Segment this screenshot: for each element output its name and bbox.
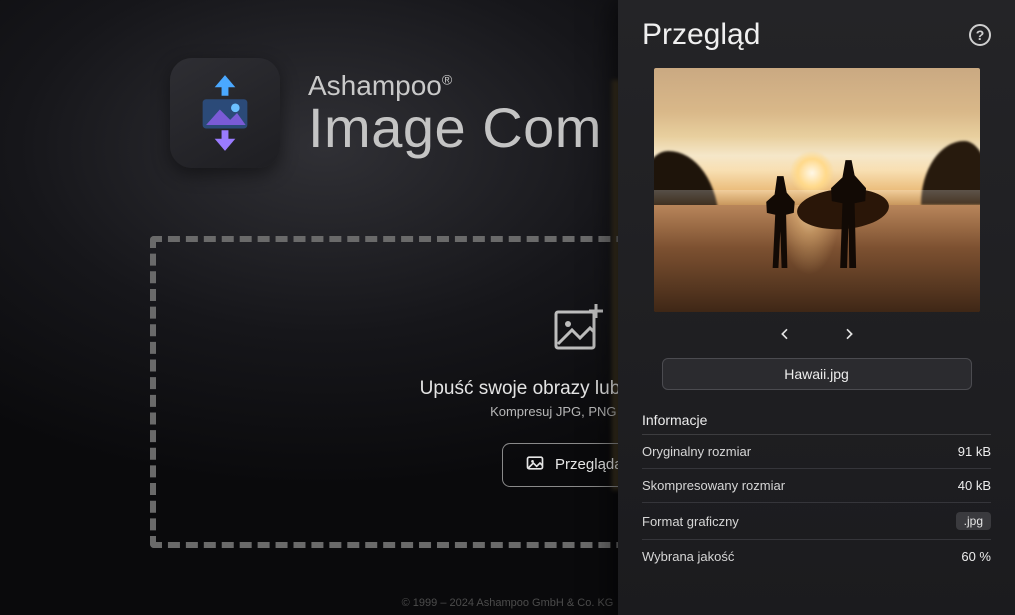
info-header: Informacje <box>642 412 991 435</box>
info-label: Wybrana jakość <box>642 549 734 564</box>
product-name: Image Com <box>308 100 602 156</box>
info-row-quality: Wybrana jakość 60 % <box>642 540 991 573</box>
panel-title: Przegląd <box>642 18 760 52</box>
info-label: Oryginalny rozmiar <box>642 444 751 459</box>
info-label: Format graficzny <box>642 514 739 529</box>
info-value: 40 kB <box>958 478 991 493</box>
brand-block: Ashampoo® Image Com <box>170 58 602 168</box>
browse-label: Przeglądaj <box>555 456 626 473</box>
image-icon <box>525 453 545 477</box>
app-icon <box>170 58 280 168</box>
info-value: 60 % <box>961 549 991 564</box>
format-badge: .jpg <box>956 512 991 530</box>
info-label: Skompresowany rozmiar <box>642 478 785 493</box>
preview-panel: Przegląd ? Hawaii.jpg Informacje Orygina… <box>618 0 1015 615</box>
info-row-compressed-size: Skompresowany rozmiar 40 kB <box>642 469 991 503</box>
image-preview <box>654 68 980 312</box>
add-image-icon <box>550 298 606 354</box>
info-value: 91 kB <box>958 444 991 459</box>
next-image-button[interactable] <box>839 324 859 344</box>
brand-text: Ashampoo® Image Com <box>308 70 602 156</box>
info-row-original-size: Oryginalny rozmiar 91 kB <box>642 435 991 469</box>
prev-image-button[interactable] <box>775 324 795 344</box>
help-icon[interactable]: ? <box>969 24 991 46</box>
info-row-format: Format graficzny .jpg <box>642 503 991 540</box>
registered-mark: ® <box>442 72 452 88</box>
preview-nav <box>642 324 991 344</box>
panel-header: Przegląd ? <box>642 18 991 52</box>
filename-chip[interactable]: Hawaii.jpg <box>662 358 972 390</box>
